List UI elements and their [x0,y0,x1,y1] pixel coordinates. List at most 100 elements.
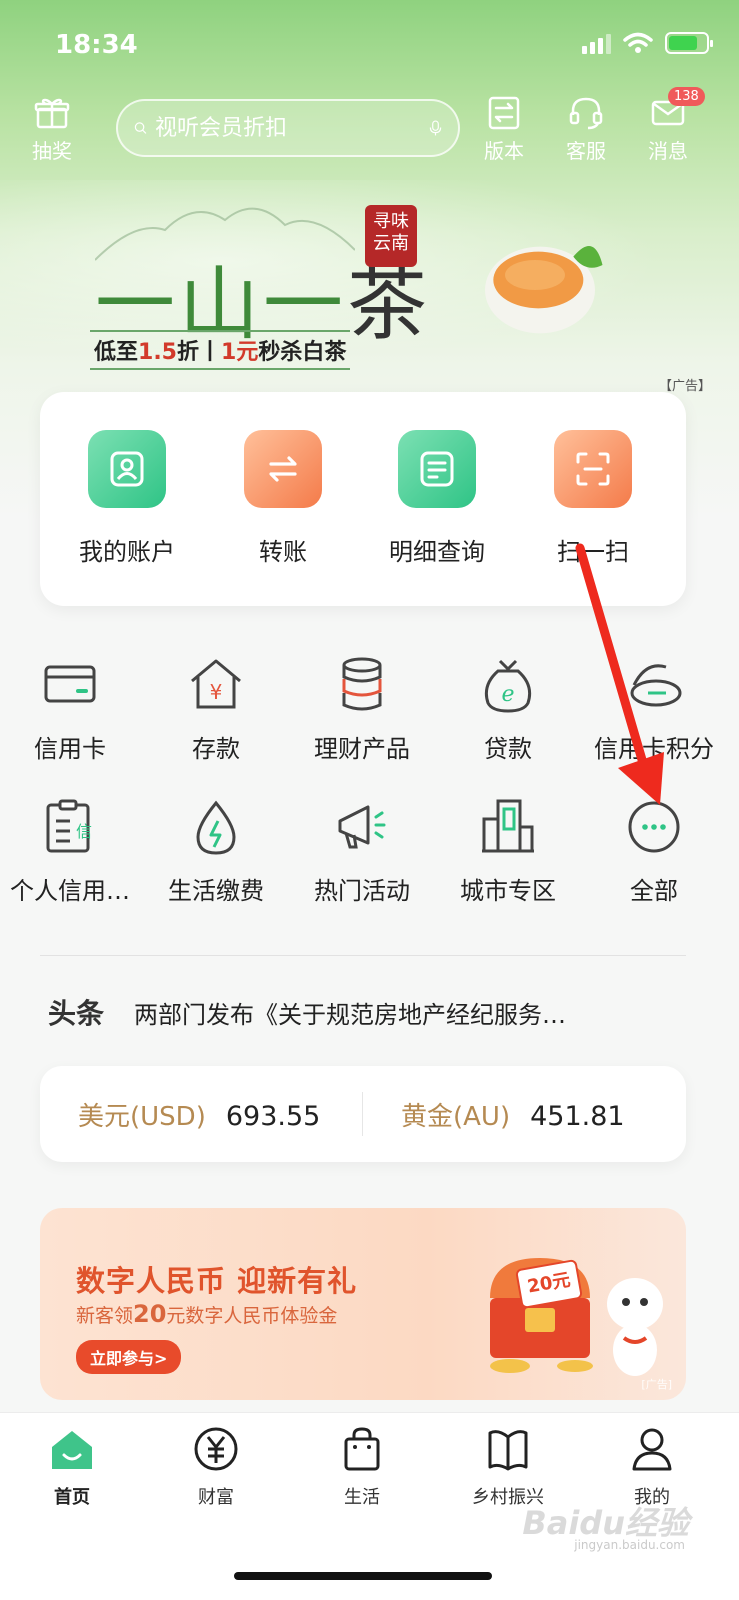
quick-actions-card: 我的账户 转账 明细查询 扫一扫 [40,392,686,606]
lottery-button[interactable]: 抽奖 [32,95,72,164]
user-icon [88,430,176,508]
service-credit-card[interactable]: 信用卡 [0,655,144,764]
version-button[interactable]: 版本 [484,95,524,164]
yuan-icon [194,1427,238,1471]
gift-icon [34,98,70,129]
status-icons [582,32,713,54]
microphone-icon[interactable] [429,111,442,145]
book-icon [488,1430,528,1471]
banner-sub-prefix: 低至 [94,340,139,365]
service-deposit[interactable]: ¥ 存款 [142,655,290,764]
home-icon [52,1431,92,1469]
service-label: 客服 [566,139,606,163]
wealth-coins-icon [342,657,382,711]
headline-text[interactable]: 两部门发布《关于规范房地产经纪服务… [134,995,654,1030]
quick-action-label: 转账 [259,538,307,566]
profile-icon [632,1428,672,1471]
service-label: 贷款 [484,735,532,763]
search-input[interactable] [155,115,429,141]
deposit-icon: ¥ [191,659,241,709]
detail-icon [398,430,486,508]
quick-action-detail-query[interactable]: 明细查询 [362,430,512,567]
service-city-zone[interactable]: 城市专区 [434,797,582,906]
top-bar: 抽奖 版本 客服 消息 [0,87,739,170]
megaphone-icon [338,805,386,849]
headline-tag: 头条 [48,997,105,1030]
quick-action-scan[interactable]: 扫一扫 [518,430,668,567]
search-icon [134,122,147,134]
section-divider [40,955,686,956]
tab-home[interactable]: 首页 [0,1425,146,1509]
status-bar: 18:34 [0,0,739,90]
service-wealth-products[interactable]: 理财产品 [288,655,436,764]
service-label: 城市专区 [460,877,556,905]
credit-report-icon: 信 [46,799,92,853]
banner-seal: 寻味云南 [365,205,417,267]
service-label: 存款 [192,735,240,763]
mascot-icon [607,1278,663,1376]
rates-separator [362,1092,363,1136]
tab-mine[interactable]: 我的 [578,1425,726,1509]
service-label: 理财产品 [314,735,410,763]
ad-banner[interactable]: 一山一茶 寻味云南 低至1.5折丨1元秒杀白茶 【广告】 [0,180,739,400]
banner-sub-discount: 1.5 [138,340,177,365]
shopping-bag-icon [344,1427,380,1471]
watermark-domain: jingyan.baidu.com [574,1538,685,1552]
quick-action-label: 我的账户 [79,538,175,566]
tab-label: 财富 [198,1487,234,1508]
promo-sub-prefix: 新客领 [76,1305,134,1327]
headline-news[interactable]: 头条 两部门发布《关于规范房地产经纪服务… [48,992,688,1032]
service-loan[interactable]: e 贷款 [434,655,582,764]
service-all[interactable]: 全部 [580,797,728,906]
customer-service-button[interactable]: 客服 [566,95,606,164]
banner-sub-mid: 折丨 [177,340,222,365]
rate-usd[interactable]: 美元(USD) 693.55 [40,1096,363,1133]
status-time: 18:34 [55,30,138,60]
rates-card: 美元(USD) 693.55 黄金(AU) 451.81 [40,1066,686,1162]
lottery-label: 抽奖 [32,139,72,163]
service-hot-activities[interactable]: 热门活动 [288,797,436,906]
message-label: 消息 [648,139,688,163]
svg-text:¥: ¥ [210,680,223,704]
city-building-icon [482,799,534,853]
rate-value: 693.55 [225,1100,321,1132]
quick-action-my-account[interactable]: 我的账户 [52,430,202,567]
version-label: 版本 [484,139,524,163]
signal-icon [582,34,611,54]
tab-rural-revitalization[interactable]: 乡村振兴 [434,1425,582,1509]
messages-button[interactable]: 消息 138 [648,87,705,164]
service-card-points[interactable]: 信用卡积分 [580,655,728,764]
promo-join-button[interactable]: 立即参与> [76,1340,182,1374]
transfer-icon [244,430,332,508]
svg-text:信: 信 [76,822,92,841]
scan-icon [554,430,642,508]
quick-action-transfer[interactable]: 转账 [208,430,358,567]
promo-banner[interactable]: 数字人民币 迎新有礼 新客领20元数字人民币体验金 立即参与> 20元 [广告] [40,1208,686,1400]
search-bar[interactable] [116,99,460,157]
banner-ad-tag: 【广告】 [658,379,711,394]
service-label: 生活缴费 [168,877,264,905]
service-utility-payment[interactable]: 生活缴费 [142,797,290,906]
banner-title-b: 茶 [347,258,431,351]
svg-text:e: e [501,682,514,707]
service-label: 全部 [630,877,678,905]
promo-subtitle: 新客领20元数字人民币体验金 [76,1300,337,1328]
service-credit-report[interactable]: 信 个人信用… [0,797,144,906]
rate-gold[interactable]: 黄金(AU) 451.81 [363,1096,686,1133]
wifi-icon [623,32,653,53]
battery-icon [665,32,713,54]
service-label: 信用卡 [34,735,106,763]
quick-action-label: 明细查询 [389,538,485,566]
loan-bag-icon: e [484,659,532,713]
tab-wealth[interactable]: 财富 [142,1425,290,1509]
tab-life[interactable]: 生活 [288,1425,436,1509]
promo-sub-suffix: 元数字人民币体验金 [166,1305,338,1327]
points-icon [630,664,682,707]
rate-name: 美元(USD) [78,1101,206,1132]
rate-value: 451.81 [530,1100,625,1132]
water-drop-icon [196,800,236,855]
tab-label: 首页 [54,1487,90,1508]
banner-sub-price: 1元 [221,340,259,365]
promo-ad-tag: [广告] [641,1378,672,1391]
credit-card-icon [44,665,96,703]
